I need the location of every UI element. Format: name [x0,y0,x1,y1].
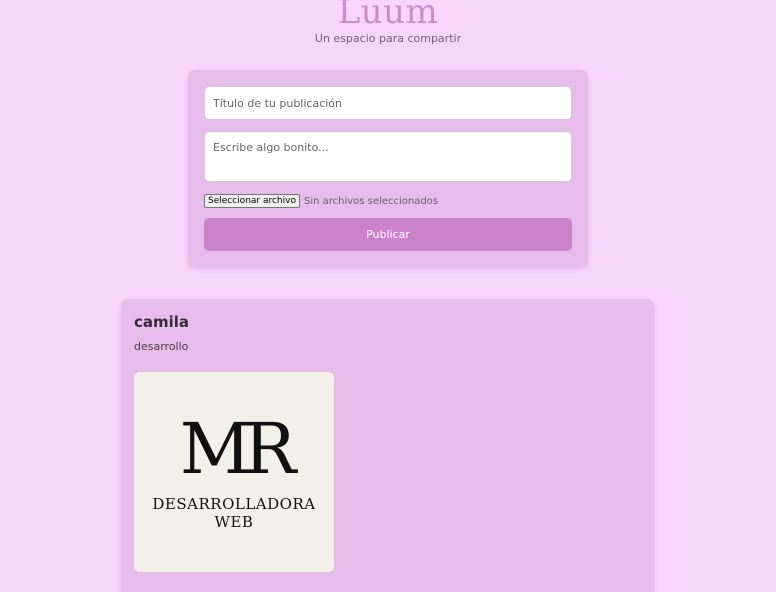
file-status-text: Sin archivos seleccionados [303,195,439,207]
new-post-form: Seleccionar archivo Sin archivos selecci… [188,70,588,267]
post-text: desarrollo [134,340,189,353]
post-title-input[interactable] [204,86,572,120]
brand-tagline: Un espacio para compartir [314,32,462,45]
post-card: camila desarrollo MR DESARROLLADORA WEB [121,299,654,592]
logo-monogram: MR [179,408,296,490]
logo-text-line2: WEB [214,513,254,531]
publish-button[interactable]: Publicar [204,218,572,251]
post-image: MR DESARROLLADORA WEB [134,372,334,572]
post-author: camila [134,313,190,331]
choose-file-button[interactable]: Seleccionar archivo [204,194,300,208]
logo-text-line1: DESARROLLADORA [152,495,316,513]
file-picker: Seleccionar archivo Sin archivos selecci… [204,193,438,209]
brand-title: Luum [337,0,439,32]
post-body-textarea[interactable] [204,131,572,182]
page: Luum Un espacio para compartir Seleccion… [0,0,776,592]
